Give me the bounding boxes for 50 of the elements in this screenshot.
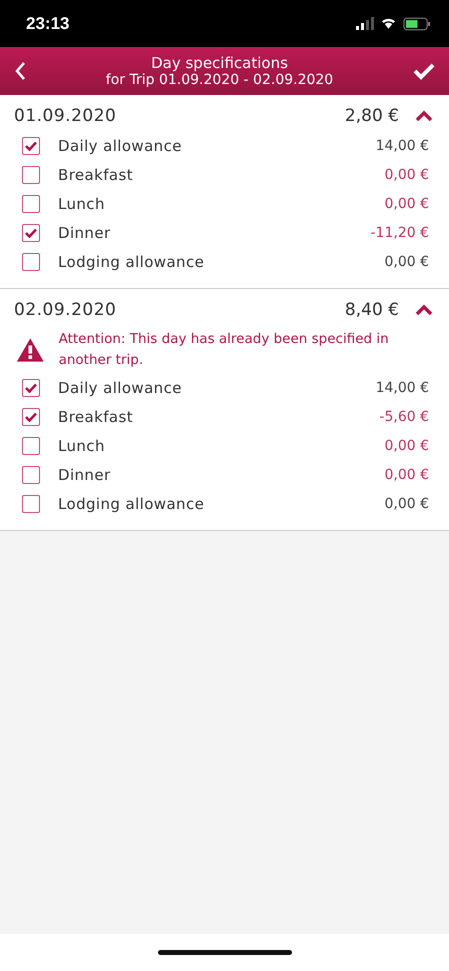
item-label: Lodging allowance bbox=[58, 252, 206, 270]
item-label: Daily allowance bbox=[58, 136, 183, 154]
confirm-button[interactable] bbox=[413, 62, 435, 80]
checkbox[interactable] bbox=[22, 252, 40, 270]
item-amount: 0,00 € bbox=[384, 196, 429, 212]
signal-icon bbox=[356, 17, 374, 30]
day-date: 01.09.2020 bbox=[14, 106, 118, 126]
check-icon bbox=[25, 140, 37, 150]
item-amount: 14,00 € bbox=[376, 380, 429, 396]
warning-icon bbox=[16, 336, 45, 364]
item-amount: 14,00 € bbox=[376, 138, 429, 154]
check-icon bbox=[25, 382, 37, 392]
item-amount: 0,00 € bbox=[384, 466, 429, 482]
item-amount: 0,00 € bbox=[384, 166, 429, 182]
checkbox[interactable] bbox=[22, 436, 40, 454]
item-label: Breakfast bbox=[58, 408, 134, 426]
item-label: Dinner bbox=[58, 466, 112, 484]
item-label: Breakfast bbox=[58, 166, 134, 184]
checkbox[interactable] bbox=[22, 408, 40, 426]
item-label: Lunch bbox=[58, 436, 106, 454]
item-amount: 0,00 € bbox=[384, 438, 429, 454]
item-label: Lodging allowance bbox=[58, 494, 206, 512]
day-total: 2,80 € bbox=[344, 106, 399, 126]
status-time: 23:13 bbox=[26, 14, 70, 34]
warning-message: Attention: This day has already been specified in another trip. bbox=[58, 330, 390, 370]
item-amount: -5,60 € bbox=[379, 408, 429, 424]
checkbox[interactable] bbox=[22, 166, 40, 184]
screen-subtitle: for Trip 01.09.2020 - 02.09.2020 bbox=[106, 72, 334, 88]
item-amount: 0,00 € bbox=[384, 496, 429, 512]
item-label: Lunch bbox=[58, 194, 106, 212]
day-date: 02.09.2020 bbox=[14, 300, 118, 320]
item-amount: -11,20 € bbox=[370, 224, 429, 240]
collapse-chevron-icon[interactable] bbox=[415, 110, 433, 122]
back-button[interactable] bbox=[14, 61, 26, 81]
battery-icon bbox=[403, 16, 431, 30]
item-label: Daily allowance bbox=[58, 378, 183, 396]
checkbox[interactable] bbox=[22, 466, 40, 484]
checkbox[interactable] bbox=[22, 194, 40, 212]
collapse-chevron-icon[interactable] bbox=[415, 304, 433, 316]
checkbox[interactable] bbox=[22, 224, 40, 242]
checkbox[interactable] bbox=[22, 136, 40, 154]
day-total: 8,40 € bbox=[344, 300, 399, 320]
wifi-icon bbox=[381, 18, 396, 30]
checkbox[interactable] bbox=[22, 378, 40, 396]
check-icon bbox=[25, 412, 37, 422]
item-amount: 0,00 € bbox=[384, 254, 429, 270]
check-icon bbox=[25, 228, 37, 238]
item-label: Dinner bbox=[58, 224, 112, 242]
screen-title: Day specifications bbox=[151, 54, 288, 72]
checkbox[interactable] bbox=[22, 494, 40, 512]
